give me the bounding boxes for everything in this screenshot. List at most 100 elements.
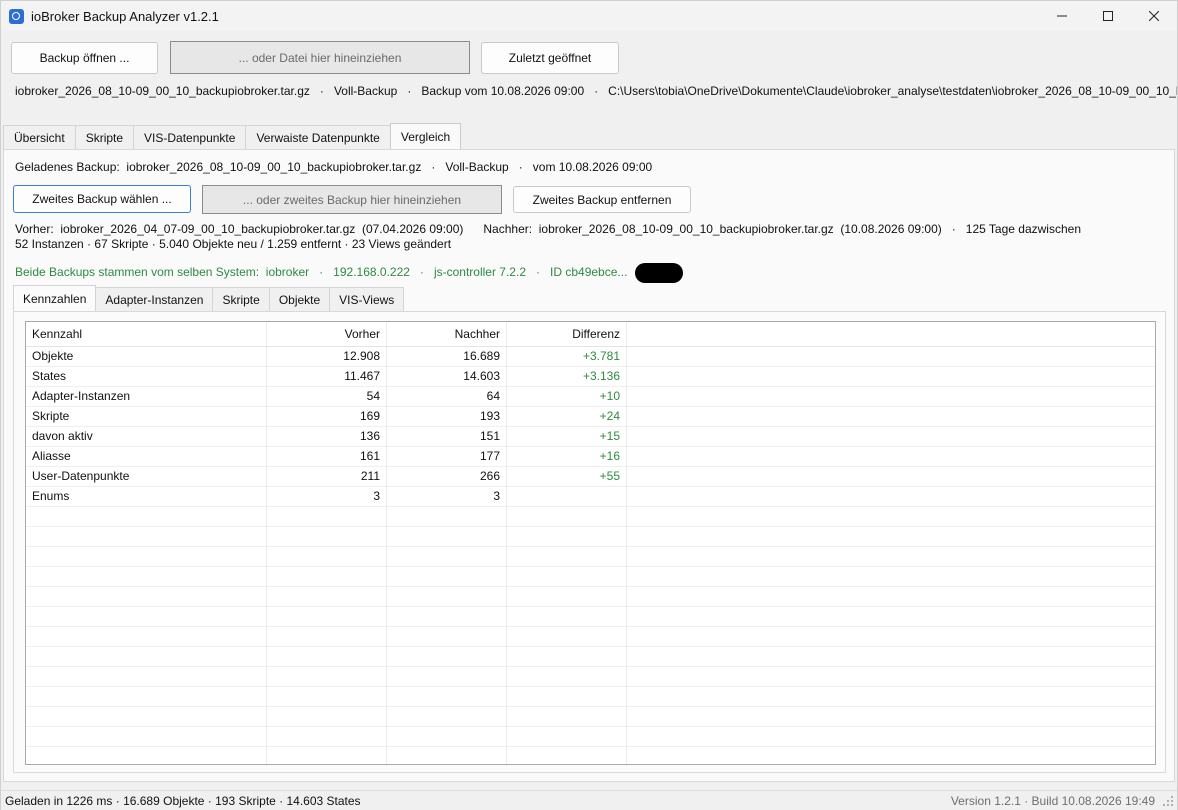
table-row[interactable]: davon aktiv 136 151 +15 xyxy=(26,427,1155,447)
system-ip: 192.168.0.222 xyxy=(333,265,410,280)
empty-cell xyxy=(26,547,267,566)
tab-verwaiste-datenpunkte[interactable]: Verwaiste Datenpunkte xyxy=(245,125,391,150)
table-row[interactable]: Aliasse 161 177 +16 xyxy=(26,447,1155,467)
empty-cell xyxy=(507,747,627,764)
tab-uebersicht[interactable]: Übersicht xyxy=(3,125,76,150)
cell-differenz: +15 xyxy=(507,427,627,446)
table-row[interactable]: Adapter-Instanzen 54 64 +10 xyxy=(26,387,1155,407)
empty-cell xyxy=(507,707,627,726)
table-row[interactable]: Skripte 169 193 +24 xyxy=(26,407,1155,427)
cell-filler xyxy=(627,407,1155,426)
tab-kennzahlen[interactable]: Kennzahlen xyxy=(13,285,97,311)
backup-date: Backup vom 10.08.2026 09:00 xyxy=(421,84,585,98)
tab-skripte[interactable]: Skripte xyxy=(74,125,135,150)
empty-cell xyxy=(507,667,627,686)
recent-files-button[interactable]: Zuletzt geöffnet xyxy=(481,42,619,74)
empty-cell xyxy=(387,727,507,746)
table-row[interactable]: Objekte 12.908 16.689 +3.781 xyxy=(26,347,1155,367)
empty-cell xyxy=(507,527,627,546)
table-row[interactable]: Enums 3 3 xyxy=(26,487,1155,507)
system-id: ID cb49ebce... xyxy=(550,265,628,280)
header-nachher[interactable]: Nachher xyxy=(387,322,507,347)
close-icon[interactable] xyxy=(1131,1,1177,31)
header-kennzahl[interactable]: Kennzahl xyxy=(26,322,267,347)
cell-nachher: 177 xyxy=(387,447,507,466)
empty-cell xyxy=(507,607,627,626)
empty-table-row xyxy=(26,627,1155,647)
empty-cell xyxy=(627,507,1155,526)
tab-compare-skripte[interactable]: Skripte xyxy=(212,287,270,311)
tab-objekte[interactable]: Objekte xyxy=(268,287,331,311)
empty-table-row xyxy=(26,747,1155,764)
compare-tabs: Kennzahlen Adapter-Instanzen Skripte Obj… xyxy=(13,285,405,312)
open-backup-button[interactable]: Backup öffnen ... xyxy=(11,42,158,74)
cell-vorher: 211 xyxy=(267,467,387,486)
empty-cell xyxy=(507,727,627,746)
empty-table-row xyxy=(26,647,1155,667)
empty-cell xyxy=(267,687,387,706)
empty-cell xyxy=(267,567,387,586)
empty-cell xyxy=(267,627,387,646)
minimize-icon[interactable] xyxy=(1039,1,1085,31)
cell-nachher: 151 xyxy=(387,427,507,446)
days-between: 125 Tage dazwischen xyxy=(965,222,1081,236)
compare-files-line: Vorher: iobroker_2026_04_07-09_00_10_bac… xyxy=(15,222,1081,236)
empty-cell xyxy=(627,667,1155,686)
header-vorher[interactable]: Vorher xyxy=(267,322,387,347)
cell-kennzahl: User-Datenpunkte xyxy=(26,467,267,486)
cell-vorher: 3 xyxy=(267,487,387,506)
second-backup-drop-zone[interactable]: ... oder zweites Backup hier hineinziehe… xyxy=(202,185,502,214)
tab-adapter-instanzen[interactable]: Adapter-Instanzen xyxy=(95,287,214,311)
file-drop-zone[interactable]: ... oder Datei hier hineinziehen xyxy=(170,41,470,74)
window-title: ioBroker Backup Analyzer v1.2.1 xyxy=(31,8,219,24)
cell-differenz: +3.781 xyxy=(507,347,627,366)
remove-second-backup-button[interactable]: Zweites Backup entfernen xyxy=(513,186,691,213)
loaded-date: vom 10.08.2026 09:00 xyxy=(532,160,653,174)
cell-vorher: 161 xyxy=(267,447,387,466)
resize-grip-icon[interactable] xyxy=(1163,796,1174,807)
empty-cell xyxy=(387,747,507,764)
table-row[interactable]: User-Datenpunkte 211 266 +55 xyxy=(26,467,1155,487)
empty-cell xyxy=(387,667,507,686)
tab-vis-views[interactable]: VIS-Views xyxy=(329,287,405,311)
empty-table-row xyxy=(26,567,1155,587)
cell-nachher: 193 xyxy=(387,407,507,426)
tab-vergleich[interactable]: Vergleich xyxy=(389,123,462,150)
system-host: iobroker xyxy=(265,265,310,280)
after-file: iobroker_2026_08_10-09_00_10_backupiobro… xyxy=(538,222,834,236)
empty-cell xyxy=(387,587,507,606)
cell-vorher: 54 xyxy=(267,387,387,406)
empty-cell xyxy=(26,667,267,686)
empty-cell xyxy=(267,647,387,666)
empty-table-row xyxy=(26,727,1155,747)
cell-kennzahl: davon aktiv xyxy=(26,427,267,446)
empty-cell xyxy=(26,587,267,606)
compare-summary: 52 Instanzen · 67 Skripte · 5.040 Objekt… xyxy=(15,237,452,251)
before-file: iobroker_2026_04_07-09_00_10_backupiobro… xyxy=(60,222,356,236)
empty-cell xyxy=(387,647,507,666)
version-text: Version 1.2.1 · Build 10.08.2026 19:49 xyxy=(950,794,1155,808)
cell-differenz: +55 xyxy=(507,467,627,486)
cell-differenz xyxy=(507,487,627,506)
empty-cell xyxy=(627,607,1155,626)
empty-cell xyxy=(387,507,507,526)
empty-table-row xyxy=(26,667,1155,687)
cell-differenz: +16 xyxy=(507,447,627,466)
header-differenz[interactable]: Differenz xyxy=(507,322,627,347)
maximize-icon[interactable] xyxy=(1085,1,1131,31)
kennzahlen-table[interactable]: Kennzahl Vorher Nachher Differenz Objekt… xyxy=(25,321,1156,765)
table-row[interactable]: States 11.467 14.603 +3.136 xyxy=(26,367,1155,387)
table-header: Kennzahl Vorher Nachher Differenz xyxy=(26,322,1155,347)
empty-cell xyxy=(387,607,507,626)
empty-table-row xyxy=(26,607,1155,627)
tab-vis-datenpunkte[interactable]: VIS-Datenpunkte xyxy=(133,125,247,150)
empty-cell xyxy=(26,607,267,626)
backup-type: Voll-Backup xyxy=(333,84,398,98)
empty-cell xyxy=(26,747,267,764)
cell-kennzahl: States xyxy=(26,367,267,386)
choose-second-backup-button[interactable]: Zweites Backup wählen ... xyxy=(13,185,191,213)
empty-cell xyxy=(627,547,1155,566)
empty-cell xyxy=(507,627,627,646)
empty-cell xyxy=(627,687,1155,706)
empty-cell xyxy=(26,687,267,706)
